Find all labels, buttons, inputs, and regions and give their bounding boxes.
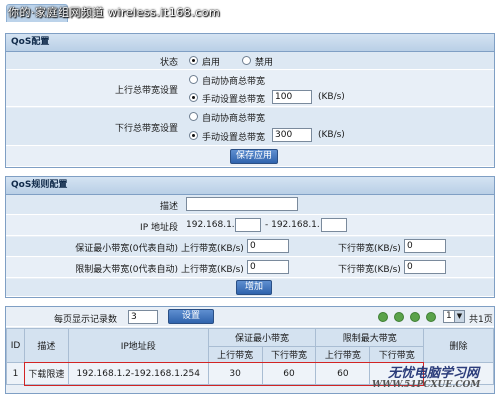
col-delete: 删除 bbox=[423, 328, 494, 363]
prev-page-icon[interactable] bbox=[394, 312, 404, 322]
rule-description-label: 描述 bbox=[159, 202, 178, 212]
qos-rules-panel: QoS规则配置 描述 IP 地址段 192.168.1. - 192.168.1… bbox=[5, 176, 495, 298]
status-label: 状态 bbox=[159, 58, 178, 68]
row-id: 1 bbox=[6, 362, 25, 385]
rule-ip-row: IP 地址段 192.168.1. - 192.168.1. bbox=[6, 216, 494, 236]
min-down-input[interactable]: 0 bbox=[404, 239, 446, 253]
page-select-value: 1 bbox=[446, 311, 452, 321]
upload-bandwidth-input[interactable]: 100 bbox=[272, 90, 312, 104]
upload-manual-radio[interactable] bbox=[189, 93, 198, 102]
page-select[interactable]: 1 ▼ bbox=[443, 310, 465, 323]
col-id: ID bbox=[6, 328, 25, 363]
download-bandwidth-input[interactable]: 300 bbox=[272, 128, 312, 142]
highlight-box bbox=[24, 362, 424, 386]
footer-watermark-url: WWW.51PCXUE.COM bbox=[372, 380, 481, 390]
max-up-label: 上行带宽(KB/s) bbox=[181, 265, 244, 275]
col-min-down: 下行带宽 bbox=[261, 346, 317, 363]
next-page-icon[interactable] bbox=[410, 312, 420, 322]
min-up-label: 上行带宽(KB/s) bbox=[181, 244, 244, 254]
last-page-icon[interactable] bbox=[426, 312, 436, 322]
upload-bandwidth-row: 上行总带宽设置 自动协商总带宽 手动设置总带宽 100 (KB/s) bbox=[6, 71, 494, 107]
qos-config-title: QoS配置 bbox=[6, 34, 494, 52]
save-apply-button[interactable]: 保存应用 bbox=[230, 149, 278, 164]
header-watermark: 你的·家庭组网频道 wireless.it168.com bbox=[8, 6, 221, 19]
save-row: 保存应用 bbox=[6, 147, 494, 167]
download-unit: (KB/s) bbox=[318, 130, 345, 140]
status-disable-radio[interactable] bbox=[242, 56, 251, 65]
add-row: 增加 bbox=[6, 279, 494, 297]
max-bandwidth-label: 限制最大带宽(0代表自动) bbox=[75, 265, 178, 275]
rule-description-row: 描述 bbox=[6, 195, 494, 215]
col-max-group: 限制最大带宽 bbox=[315, 328, 425, 347]
per-page-input[interactable]: 3 bbox=[128, 310, 158, 324]
footer-watermark-title: 无忧电脑学习网 bbox=[388, 366, 480, 381]
max-down-label: 下行带宽(KB/s) bbox=[338, 265, 401, 275]
ip-separator: - 192.168.1. bbox=[265, 220, 320, 230]
min-bandwidth-row: 保证最小带宽(0代表自动) 上行带宽(KB/s) 0 下行带宽(KB/s) 0 bbox=[6, 237, 494, 257]
ip-prefix-start: 192.168.1. bbox=[186, 220, 235, 230]
chevron-down-icon: ▼ bbox=[454, 311, 464, 322]
rule-ip-label: IP 地址段 bbox=[140, 223, 178, 233]
ip-start-input[interactable] bbox=[235, 218, 261, 232]
max-up-input[interactable]: 0 bbox=[247, 260, 289, 274]
upload-manual-label: 手动设置总带宽 bbox=[202, 95, 266, 105]
max-down-input[interactable]: 0 bbox=[404, 260, 446, 274]
set-per-page-button[interactable]: 设置 bbox=[168, 309, 214, 324]
col-max-down: 下行带宽 bbox=[369, 346, 425, 363]
col-max-up: 上行带宽 bbox=[315, 346, 371, 363]
upload-bandwidth-label: 上行总带宽设置 bbox=[114, 86, 178, 96]
col-ip: IP地址段 bbox=[67, 328, 209, 363]
min-down-label: 下行带宽(KB/s) bbox=[338, 244, 401, 254]
qos-config-panel: QoS配置 状态 启用 禁用 上行总带宽设置 自动协商总带宽 手动设置总带宽 1… bbox=[5, 33, 495, 168]
status-row: 状态 启用 禁用 bbox=[6, 52, 494, 70]
col-min-up: 上行带宽 bbox=[207, 346, 263, 363]
total-pages: 共1页 bbox=[469, 315, 493, 325]
upload-unit: (KB/s) bbox=[318, 92, 345, 102]
col-desc: 描述 bbox=[23, 328, 69, 363]
min-bandwidth-label: 保证最小带宽(0代表自动) bbox=[75, 244, 178, 254]
download-bandwidth-row: 下行总带宽设置 自动协商总带宽 手动设置总带宽 300 (KB/s) bbox=[6, 108, 494, 146]
status-enable-radio[interactable] bbox=[189, 56, 198, 65]
download-auto-radio[interactable] bbox=[189, 112, 198, 121]
status-disable-label: 禁用 bbox=[255, 58, 274, 68]
download-manual-radio[interactable] bbox=[189, 131, 198, 140]
rule-description-input[interactable] bbox=[186, 197, 298, 211]
status-enable-label: 启用 bbox=[202, 58, 221, 68]
max-bandwidth-row: 限制最大带宽(0代表自动) 上行带宽(KB/s) 0 下行带宽(KB/s) 0 bbox=[6, 258, 494, 278]
download-bandwidth-label: 下行总带宽设置 bbox=[114, 124, 178, 134]
col-min-group: 保证最小带宽 bbox=[207, 328, 317, 347]
first-page-icon[interactable] bbox=[378, 312, 388, 322]
upload-auto-label: 自动协商总带宽 bbox=[202, 77, 266, 87]
upload-auto-radio[interactable] bbox=[189, 75, 198, 84]
download-auto-label: 自动协商总带宽 bbox=[202, 114, 266, 124]
add-rule-button[interactable]: 增加 bbox=[236, 280, 272, 295]
per-page-label: 每页显示记录数 bbox=[54, 315, 118, 325]
min-up-input[interactable]: 0 bbox=[247, 239, 289, 253]
download-manual-label: 手动设置总带宽 bbox=[202, 133, 266, 143]
pager-row: 每页显示记录数 3 设置 1 ▼ 共1页 bbox=[6, 307, 494, 327]
top-bar: 你的·家庭组网频道 wireless.it168.com bbox=[0, 0, 500, 28]
qos-rules-title: QoS规则配置 bbox=[6, 177, 494, 195]
ip-end-input[interactable] bbox=[321, 218, 347, 232]
